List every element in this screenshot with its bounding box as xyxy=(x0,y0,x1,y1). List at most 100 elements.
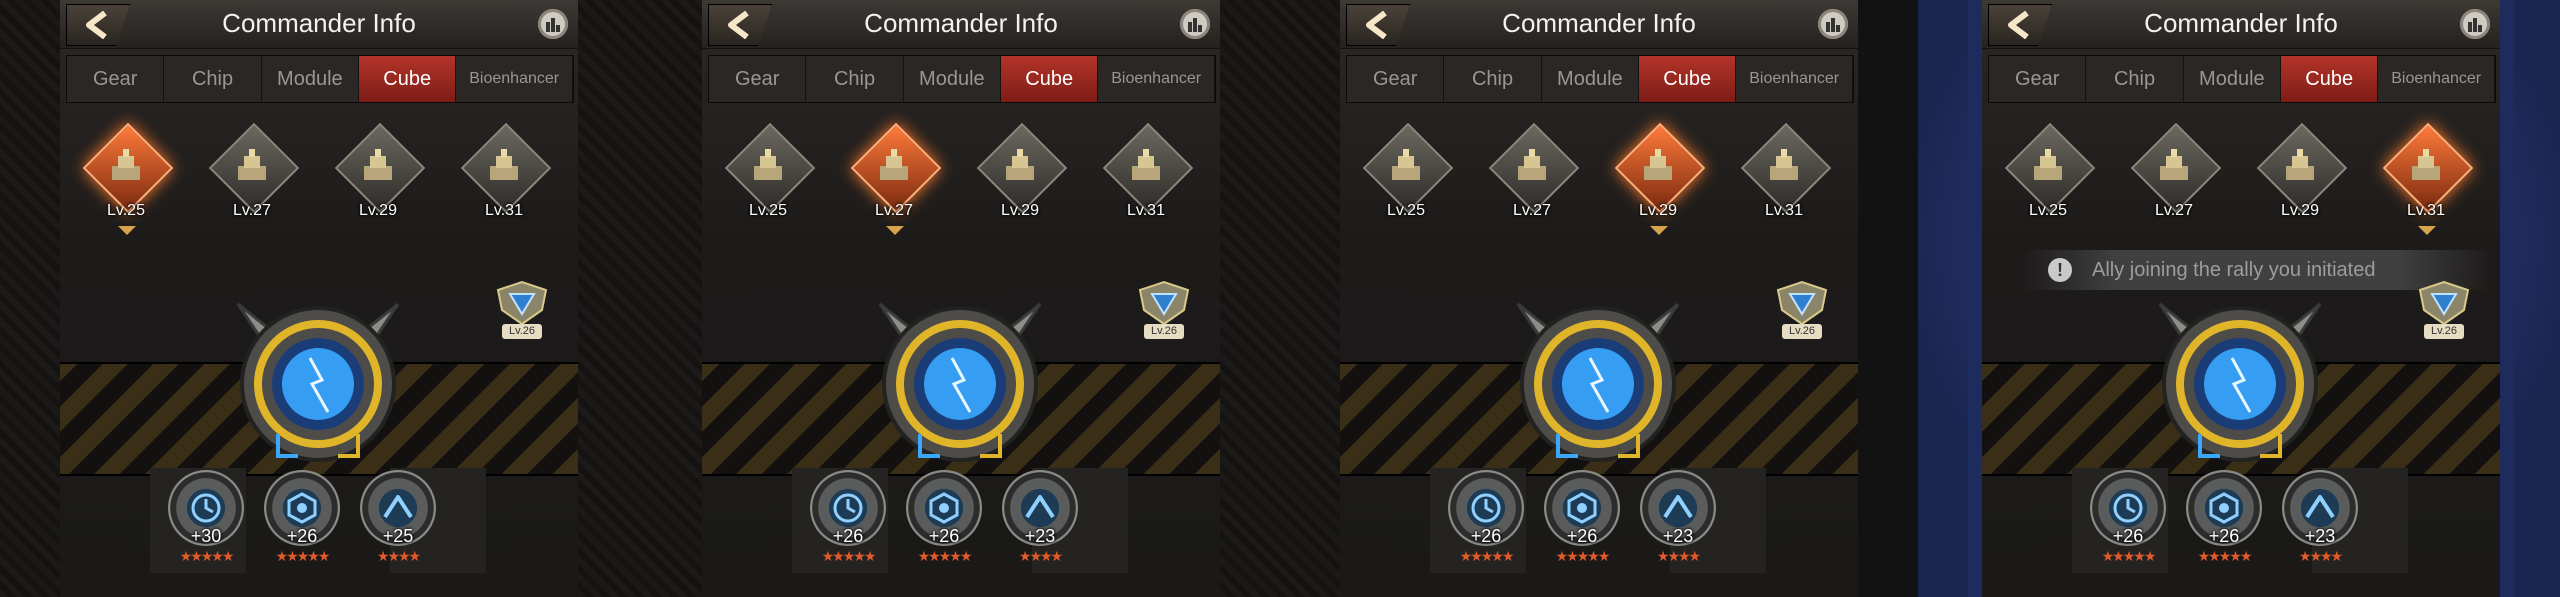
cube-item[interactable]: Lv.25 xyxy=(2002,122,2096,238)
gem-icon xyxy=(833,493,863,523)
core-level-label: Lv.26 xyxy=(2424,324,2464,339)
title-bar: Commander Info xyxy=(60,0,578,49)
building-icon xyxy=(2286,149,2314,180)
energy-core-icon xyxy=(2158,302,2322,462)
tab-bioenhancer[interactable]: Bioenhancer xyxy=(2378,56,2495,102)
building-icon xyxy=(880,149,908,180)
selected-indicator xyxy=(118,226,136,235)
gem-slot[interactable]: +30 ★★★★★ xyxy=(164,470,248,580)
gem-value: +23 xyxy=(2304,526,2336,546)
core-level-badge[interactable]: Lv.26 xyxy=(1136,280,1192,340)
cube-item[interactable]: Lv.27 xyxy=(2128,122,2222,238)
tab-chip[interactable]: Chip xyxy=(164,56,262,102)
gem-slot[interactable]: +26 ★★★★★ xyxy=(260,470,344,580)
cube-item[interactable]: Lv.27 xyxy=(1486,122,1580,238)
tab-module[interactable]: Module xyxy=(2184,56,2282,102)
tab-cube[interactable]: Cube xyxy=(1639,56,1737,102)
tab-bar: Gear Chip Module Cube Bioenhancer xyxy=(708,55,1216,103)
cube-item[interactable]: Lv.27 xyxy=(206,122,300,238)
energy-core-icon xyxy=(1516,302,1680,462)
gem-icon xyxy=(2305,495,2335,519)
gem-value: +26 xyxy=(832,526,864,546)
cube-item[interactable]: Lv.31 xyxy=(1100,122,1194,238)
bar-chart-icon xyxy=(2468,18,2482,32)
cube-level: Lv.25 xyxy=(2029,202,2067,219)
stats-button[interactable] xyxy=(2460,9,2490,39)
core-level-badge[interactable]: Lv.26 xyxy=(494,280,550,340)
gem-slot[interactable]: +26 ★★★★★ xyxy=(2086,470,2170,580)
bar-chart-icon xyxy=(546,18,560,32)
cube-item[interactable]: Lv.25 xyxy=(722,122,816,238)
tab-module[interactable]: Module xyxy=(262,56,360,102)
gem-slot[interactable]: +26 ★★★★★ xyxy=(2182,470,2266,580)
gem-slot[interactable]: +26 ★★★★★ xyxy=(902,470,986,580)
tab-gear[interactable]: Gear xyxy=(1989,56,2087,102)
tab-chip[interactable]: Chip xyxy=(806,56,904,102)
tab-bioenhancer[interactable]: Bioenhancer xyxy=(1736,56,1853,102)
gem-slot[interactable]: +23 ★★★★ xyxy=(1636,470,1720,580)
commander-screen: Commander Info Gear Chip Module Cube Bioenha… xyxy=(60,0,578,597)
tab-bar: Gear Chip Module Cube Bioenhancer xyxy=(66,55,574,103)
cube-item[interactable]: Lv.27 xyxy=(848,122,942,238)
gem-slot[interactable]: +25 ★★★★ xyxy=(356,470,440,580)
tab-bioenhancer[interactable]: Bioenhancer xyxy=(456,56,573,102)
core-level-badge[interactable]: Lv.26 xyxy=(1774,280,1830,340)
tab-bioenhancer[interactable]: Bioenhancer xyxy=(1098,56,1215,102)
cube-level: Lv.29 xyxy=(359,202,397,219)
cube-level: Lv.25 xyxy=(1387,202,1425,219)
cube-core[interactable] xyxy=(218,284,418,484)
core-level-badge[interactable]: Lv.26 xyxy=(2416,280,2472,340)
tab-cube[interactable]: Cube xyxy=(2281,56,2379,102)
tab-cube[interactable]: Cube xyxy=(359,56,457,102)
gem-value: +26 xyxy=(2112,526,2144,546)
gem-stars: ★★★★ xyxy=(376,548,421,564)
cube-item[interactable]: Lv.31 xyxy=(2380,122,2474,238)
gem-slot[interactable]: +26 ★★★★★ xyxy=(1444,470,1528,580)
gem-value: +30 xyxy=(190,526,222,546)
gem-value: +23 xyxy=(1024,526,1056,546)
stats-button[interactable] xyxy=(1180,9,1210,39)
gem-slot[interactable]: +26 ★★★★★ xyxy=(806,470,890,580)
tab-module[interactable]: Module xyxy=(904,56,1002,102)
title-bar: Commander Info xyxy=(702,0,1220,49)
gem-slot[interactable]: +23 ★★★★ xyxy=(2278,470,2362,580)
gem-value: +23 xyxy=(1662,526,1694,546)
gem-stars: ★★★★★ xyxy=(275,548,331,564)
selected-indicator xyxy=(1650,226,1668,235)
building-icon xyxy=(238,149,266,180)
cube-item[interactable]: Lv.31 xyxy=(1738,122,1832,238)
gem-slot[interactable]: +23 ★★★★ xyxy=(998,470,1082,580)
core-level-label: Lv.26 xyxy=(1782,324,1822,339)
cube-core[interactable] xyxy=(2140,284,2340,484)
gem-slot[interactable]: +26 ★★★★★ xyxy=(1540,470,1624,580)
page-title: Commander Info xyxy=(2144,8,2338,38)
cube-core[interactable] xyxy=(860,284,1060,484)
tab-chip[interactable]: Chip xyxy=(1444,56,1542,102)
cube-item[interactable]: Lv.29 xyxy=(2254,122,2348,238)
tab-gear[interactable]: Gear xyxy=(1347,56,1445,102)
gem-stars: ★★★★ xyxy=(1656,548,1701,564)
cube-core[interactable] xyxy=(1498,284,1698,484)
tab-module[interactable]: Module xyxy=(1542,56,1640,102)
tab-cube[interactable]: Cube xyxy=(1001,56,1099,102)
shield-icon xyxy=(1138,280,1190,326)
cube-item[interactable]: Lv.31 xyxy=(458,122,552,238)
cube-list: Lv.25 Lv.27 Lv.29 Lv.31 xyxy=(2002,122,2482,238)
gem-value: +26 xyxy=(2208,526,2240,546)
cube-item[interactable]: Lv.29 xyxy=(1612,122,1706,238)
tab-gear[interactable]: Gear xyxy=(709,56,807,102)
core-level-label: Lv.26 xyxy=(502,324,542,339)
gem-stars: ★★★★★ xyxy=(1459,548,1515,564)
cube-item[interactable]: Lv.25 xyxy=(1360,122,1454,238)
stats-button[interactable] xyxy=(1818,9,1848,39)
building-icon xyxy=(2034,149,2062,180)
gem-icon xyxy=(929,492,959,524)
tab-gear[interactable]: Gear xyxy=(67,56,165,102)
cube-item[interactable]: Lv.29 xyxy=(974,122,1068,238)
cube-item[interactable]: Lv.29 xyxy=(332,122,426,238)
cube-item[interactable]: Lv.25 xyxy=(80,122,174,238)
cube-level: Lv.25 xyxy=(107,202,145,219)
tab-chip[interactable]: Chip xyxy=(2086,56,2184,102)
gem-value: +26 xyxy=(1470,526,1502,546)
stats-button[interactable] xyxy=(538,9,568,39)
